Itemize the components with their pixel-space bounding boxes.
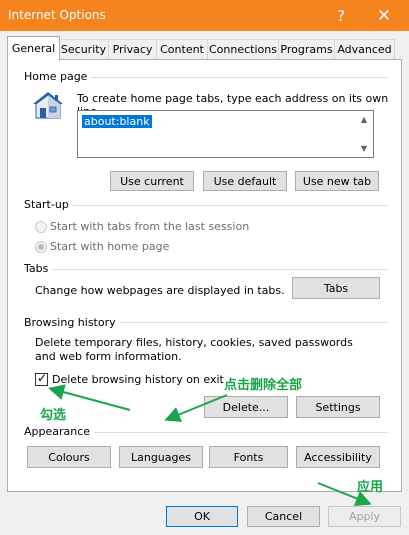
annotation-arrows [48, 384, 372, 506]
tab-general[interactable]: General [7, 36, 60, 61]
arrow-to-apply [317, 482, 372, 506]
arrow-to-checkbox [48, 384, 131, 411]
arrow-to-delete [164, 394, 228, 422]
